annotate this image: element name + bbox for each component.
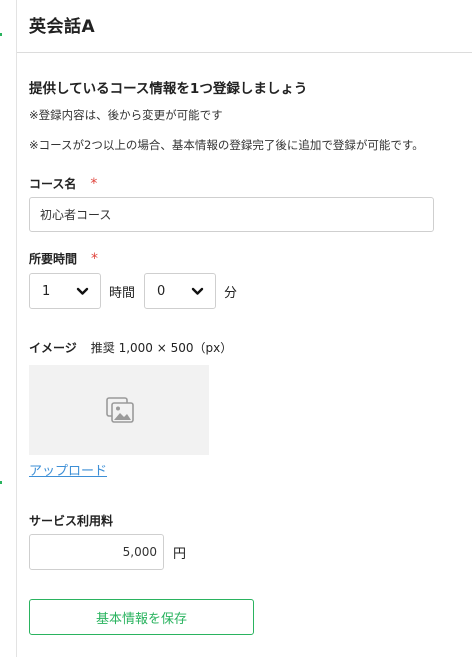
image-label: イメージ 推奨 1,000 × 500（px）: [29, 339, 232, 356]
duration-label-text: 所要時間: [29, 252, 78, 266]
note-additional-courses: ※コースが2つ以上の場合、基本情報の登録完了後に追加で登録が可能です。: [29, 138, 424, 152]
image-recommend-size: 推奨 1,000 × 500（px）: [90, 341, 233, 355]
minutes-select-value: 0: [157, 283, 166, 299]
minutes-unit: 分: [224, 286, 238, 301]
header-divider: [17, 52, 472, 53]
left-accent-mark: [0, 33, 2, 36]
duration-label: 所要時間 *: [29, 250, 98, 267]
image-placeholder-icon: [106, 397, 134, 423]
fee-input[interactable]: [29, 534, 164, 570]
fee-label: サービス利用料: [29, 514, 114, 528]
left-accent-mark: [0, 481, 2, 484]
page-title: 英会話A: [29, 17, 96, 37]
section-title: 提供しているコース情報を1つ登録しましょう: [29, 81, 308, 97]
course-name-label: コース名 *: [29, 175, 97, 192]
chevron-down-icon: [191, 287, 204, 295]
hours-unit: 時間: [109, 286, 136, 301]
hours-select[interactable]: 1: [29, 273, 101, 309]
currency-unit: 円: [173, 547, 187, 562]
hours-select-value: 1: [42, 283, 51, 299]
required-mark: *: [90, 176, 98, 192]
save-basic-info-button[interactable]: 基本情報を保存: [29, 599, 254, 635]
course-name-label-text: コース名: [29, 177, 77, 191]
image-preview: [29, 365, 209, 455]
required-mark: *: [91, 251, 99, 267]
upload-link[interactable]: アップロード: [29, 460, 107, 479]
course-name-input[interactable]: [29, 197, 434, 232]
image-label-text: イメージ: [29, 341, 77, 355]
chevron-down-icon: [76, 287, 89, 295]
left-divider: [16, 0, 17, 657]
note-editable: ※登録内容は、後から変更が可能です: [29, 108, 223, 122]
minutes-select[interactable]: 0: [144, 273, 216, 309]
